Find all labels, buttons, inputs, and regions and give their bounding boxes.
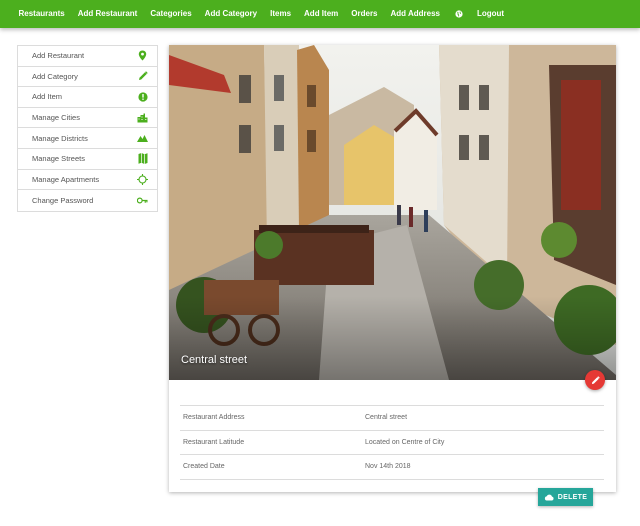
restaurant-details: Restaurant Address Central street Restau…: [180, 405, 604, 480]
sidebar-item-label: Change Password: [32, 195, 94, 205]
detail-row-latitude: Restaurant Latitude Located on Centre of…: [180, 431, 604, 455]
terrain-icon: [137, 133, 148, 144]
detail-value: Located on Centre of City: [365, 438, 445, 446]
nav-add-category[interactable]: Add Category: [198, 0, 263, 28]
map-icon: [137, 153, 148, 165]
edit-fab-button[interactable]: [585, 370, 605, 390]
delete-button-label: DELETE: [557, 493, 588, 501]
nav-restaurants[interactable]: Restaurants: [12, 0, 71, 28]
nav-logout[interactable]: Logout: [471, 0, 511, 28]
sidebar-item-label: Add Item: [32, 92, 63, 102]
key-icon: [137, 195, 148, 206]
detail-label: Restaurant Latitude: [183, 438, 245, 446]
sidebar-item-label: Manage Apartments: [32, 174, 100, 184]
detail-label: Restaurant Address: [183, 414, 245, 422]
nav-add-item[interactable]: Add Item: [298, 0, 345, 28]
sidebar-item-label: Manage Cities: [32, 113, 80, 123]
pencil-icon: [591, 375, 600, 385]
detail-label: Created Date: [183, 463, 225, 471]
restaurant-photo: Central street: [169, 45, 616, 380]
sidebar-item-manage-cities[interactable]: Manage Cities: [18, 108, 157, 129]
sidebar-item-add-category[interactable]: Add Category: [18, 67, 157, 88]
info-circle-icon: [137, 91, 148, 102]
globe-icon[interactable]: [447, 0, 471, 28]
pencil-icon: [137, 71, 148, 82]
detail-row-created-date: Created Date Nov 14th 2018: [180, 455, 604, 480]
sidebar-item-add-restaurant[interactable]: Add Restaurant: [18, 46, 157, 67]
nav-categories[interactable]: Categories: [144, 0, 198, 28]
detail-row-address: Restaurant Address Central street: [180, 406, 604, 431]
nav-add-address[interactable]: Add Address: [384, 0, 447, 28]
sidebar-menu: Add Restaurant Add Category Add Item Man…: [17, 45, 158, 212]
sidebar-item-label: Manage Districts: [32, 133, 88, 143]
sidebar-item-manage-apartments[interactable]: Manage Apartments: [18, 170, 157, 191]
sidebar-item-change-password[interactable]: Change Password: [18, 190, 157, 211]
sidebar-item-add-item[interactable]: Add Item: [18, 87, 157, 108]
detail-value: Central street: [365, 414, 408, 422]
nav-orders[interactable]: Orders: [345, 0, 384, 28]
sidebar-item-label: Add Category: [32, 71, 78, 81]
photo-caption: Central street: [181, 354, 248, 366]
sidebar-item-manage-streets[interactable]: Manage Streets: [18, 149, 157, 170]
sidebar-item-label: Add Restaurant: [32, 51, 85, 61]
detail-value: Nov 14th 2018: [365, 463, 411, 471]
nav-items[interactable]: Items: [264, 0, 298, 28]
location-pin-icon: [137, 50, 148, 61]
city-icon: [137, 112, 148, 123]
delete-button[interactable]: DELETE: [538, 488, 593, 506]
crosshair-icon: [137, 173, 148, 185]
sidebar-item-manage-districts[interactable]: Manage Districts: [18, 128, 157, 149]
restaurant-card: Central street Restaurant Address Centra…: [169, 45, 616, 492]
nav-add-restaurant[interactable]: Add Restaurant: [71, 0, 144, 28]
sidebar-item-label: Manage Streets: [32, 154, 85, 164]
cloud-icon: [544, 494, 554, 501]
top-navbar: Restaurants Add Restaurant Categories Ad…: [0, 0, 640, 28]
